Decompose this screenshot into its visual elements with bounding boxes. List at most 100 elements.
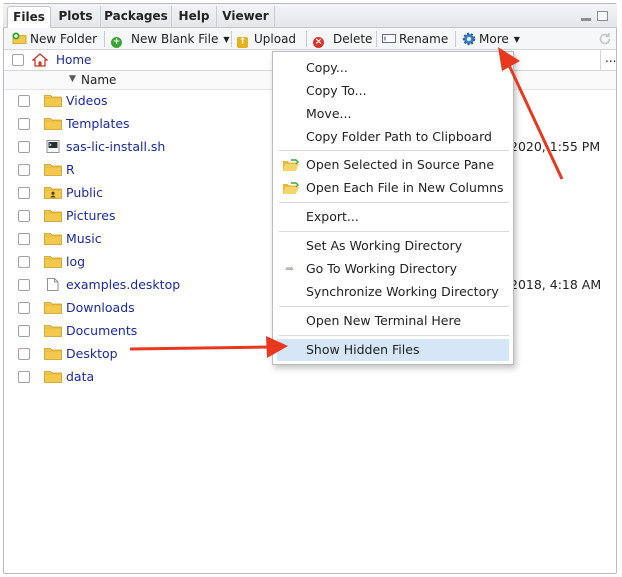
toolbar-divider [231,31,232,47]
select-all-checkbox[interactable] [12,54,24,66]
column-divider [600,50,601,71]
row-checkbox[interactable] [18,348,30,360]
breadcrumb-home[interactable]: Home [56,53,91,67]
file-name-link[interactable]: R [66,162,75,177]
menu-item-copy-to[interactable]: Copy To... [273,80,513,102]
menu-item-export[interactable]: Export... [273,206,513,228]
add-icon: + [111,37,122,48]
refresh-icon[interactable] [598,32,612,46]
menu-item-label: Show Hidden Files [306,342,420,357]
menu-divider [279,306,509,307]
menu-item-show-hidden-files[interactable]: Show Hidden Files [277,339,509,361]
menu-divider [279,202,509,203]
annotation-arrow-to-show-hidden [129,336,288,358]
file-name-link[interactable]: Desktop [66,346,118,361]
menu-item-copy-folder-path[interactable]: Copy Folder Path to Clipboard [273,126,513,148]
new-folder-button[interactable]: New Folder [12,28,97,50]
row-checkbox[interactable] [18,141,30,153]
row-checkbox[interactable] [18,118,30,130]
new-blank-file-button[interactable]: + New Blank File ▼ [111,28,230,50]
toolbar-divider [455,31,456,47]
menu-item-move[interactable]: Move... [273,103,513,125]
file-name-link[interactable]: Pictures [66,208,116,223]
tab-bar: Files Plots Packages Help Viewer [3,4,617,29]
menu-item-label: Set As Working Directory [306,238,463,253]
path-overflow-button[interactable]: ... [605,51,616,65]
upload-icon: ↑ [237,37,248,48]
row-checkbox[interactable] [18,233,30,245]
file-name-link[interactable]: Videos [66,93,108,108]
row-checkbox[interactable] [18,210,30,222]
file-name-link[interactable]: Downloads [66,300,135,315]
file-row[interactable]: data [4,366,616,389]
folder-icon [44,325,62,337]
menu-divider [279,335,509,336]
menu-item-open-terminal[interactable]: Open New Terminal Here [273,310,513,332]
delete-label: Delete [333,32,373,46]
row-checkbox[interactable] [18,371,30,383]
upload-button[interactable]: ↑ Upload [237,28,296,50]
menu-item-label: Copy Folder Path to Clipboard [306,129,492,144]
rename-button[interactable]: Rename [382,28,448,50]
row-checkbox[interactable] [18,256,30,268]
menu-item-open-in-new-columns[interactable]: Open Each File in New Columns [273,177,513,199]
name-column-header[interactable]: Name [81,73,116,87]
rename-label: Rename [399,32,449,46]
row-checkbox[interactable] [18,95,30,107]
menu-item-sync-working-directory[interactable]: Synchronize Working Directory [273,281,513,303]
file-name-link[interactable]: Public [66,185,103,200]
delete-button[interactable]: × Delete [313,28,372,50]
file-name-link[interactable]: data [66,369,94,384]
file-name-link[interactable]: Documents [66,323,137,338]
folder-icon [44,95,62,107]
menu-divider [279,231,509,232]
folder-icon [44,348,62,360]
menu-item-label: Go To Working Directory [306,261,458,276]
menu-item-copy[interactable]: Copy... [273,57,513,79]
folder-icon [44,164,62,176]
menu-item-label: Copy... [306,60,348,75]
maximize-icon[interactable] [597,11,608,21]
menu-item-label: Copy To... [306,83,367,98]
folder-icon [44,210,62,222]
script-file-icon [46,140,60,153]
menu-item-set-working-directory[interactable]: Set As Working Directory [273,235,513,257]
file-name-link[interactable]: Templates [66,116,130,131]
new-blank-file-label: New Blank File [131,32,219,46]
delete-icon: × [313,37,324,48]
menu-item-open-in-source-pane[interactable]: Open Selected in Source Pane [273,154,513,176]
more-dropdown-menu: Copy... Copy To... Move... Copy Folder P… [272,51,514,365]
tab-files[interactable]: Files [7,6,51,29]
menu-item-label: Open Each File in New Columns [306,180,504,195]
go-arrow-icon: ➦ [285,262,295,275]
row-checkbox[interactable] [18,302,30,314]
chevron-down-icon: ▼ [223,35,230,44]
tab-help[interactable]: Help [172,6,217,28]
new-folder-icon [12,32,27,44]
menu-item-label: Open New Terminal Here [306,313,462,328]
menu-divider [279,150,509,151]
open-folder-icon [283,182,299,194]
file-name-link[interactable]: log [66,254,85,269]
menu-item-go-to-working-directory[interactable]: ➦ Go To Working Directory [273,258,513,280]
row-checkbox[interactable] [18,279,30,291]
file-name-link[interactable]: sas-lic-install.sh [66,139,165,154]
folder-icon [44,302,62,314]
tab-packages[interactable]: Packages [101,6,172,28]
row-checkbox[interactable] [18,187,30,199]
folder-icon [44,371,62,383]
row-checkbox[interactable] [18,325,30,337]
file-icon [47,278,59,291]
tab-plots[interactable]: Plots [51,6,101,28]
tab-viewer[interactable]: Viewer [217,6,275,28]
rename-icon [382,34,396,43]
row-checkbox[interactable] [18,164,30,176]
file-name-link[interactable]: Music [66,231,102,246]
minimize-icon[interactable] [581,18,591,21]
home-icon[interactable] [32,53,48,67]
folder-icon [44,118,62,130]
toolbar-divider [104,31,105,47]
public-folder-icon [44,187,62,199]
new-folder-label: New Folder [30,32,98,46]
file-name-link[interactable]: examples.desktop [66,277,180,292]
